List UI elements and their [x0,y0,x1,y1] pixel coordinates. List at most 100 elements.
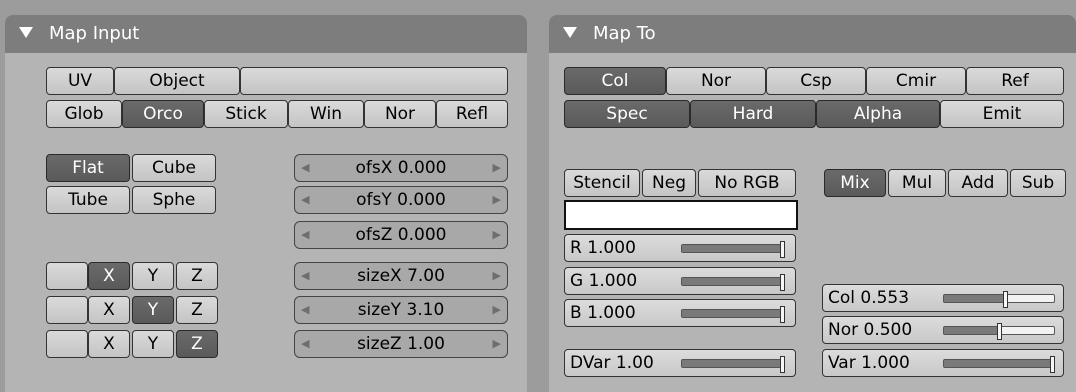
sizex-field[interactable]: ◀ sizeX 7.00 ▶ [294,262,508,290]
col-factor-handle[interactable] [1003,291,1008,308]
xyz-row3-none[interactable] [46,330,88,358]
nor-factor-slider[interactable]: Nor 0.500 [822,316,1064,344]
sub-button[interactable]: Sub [1010,169,1066,197]
g-slider-track[interactable] [681,274,785,291]
decrement-arrow-icon[interactable]: ◀ [301,155,309,181]
object-button[interactable]: Object [114,67,240,95]
xyz-row1-y[interactable]: Y [132,262,174,290]
dvar-slider-fill [682,360,780,367]
r-slider-handle[interactable] [780,241,785,258]
csp-button[interactable]: Csp [766,67,866,95]
nor-factor-handle[interactable] [997,323,1002,340]
stick-button[interactable]: Stick [204,100,288,128]
col-factor-slider[interactable]: Col 0.553 [822,284,1064,312]
b-slider-fill [682,310,780,317]
xyz-row3-y[interactable]: Y [132,330,174,358]
collapse-triangle-icon[interactable] [563,26,577,38]
r-slider[interactable]: R 1.000 [564,234,796,262]
increment-arrow-icon[interactable]: ▶ [493,297,501,323]
increment-arrow-icon[interactable]: ▶ [493,331,501,357]
alpha-button[interactable]: Alpha [816,100,940,128]
xyz-row2-y[interactable]: Y [132,296,174,324]
increment-arrow-icon[interactable]: ▶ [493,187,501,213]
hard-button[interactable]: Hard [690,100,816,128]
map-input-title: Map Input [49,23,140,44]
sizez-field[interactable]: ◀ sizeZ 1.00 ▶ [294,330,508,358]
decrement-arrow-icon[interactable]: ◀ [301,263,309,289]
neg-button[interactable]: Neg [642,169,696,197]
col-factor-label: Col 0.553 [828,288,910,308]
orco-button[interactable]: Orco [122,100,204,128]
no-rgb-button[interactable]: No RGB [698,169,796,197]
var-factor-label: Var 1.000 [828,353,910,373]
nor-map-button[interactable]: Nor [666,67,766,95]
xyz-row3-z[interactable]: Z [176,330,218,358]
b-slider-track[interactable] [681,306,785,323]
xyz-row1-z[interactable]: Z [176,262,218,290]
xyz-row3-x[interactable]: X [88,330,130,358]
map-input-header[interactable]: Map Input [5,15,527,53]
r-slider-track[interactable] [681,241,785,258]
decrement-arrow-icon[interactable]: ◀ [301,331,309,357]
dvar-slider-track[interactable] [681,356,785,373]
map-to-title: Map To [593,23,656,44]
ofsx-field[interactable]: ◀ ofsX 0.000 ▶ [294,154,508,182]
emit-button[interactable]: Emit [940,100,1064,128]
r-slider-label: R 1.000 [570,238,636,258]
glob-button[interactable]: Glob [46,100,122,128]
col-factor-track[interactable] [943,291,1055,308]
sizez-label: sizeZ 1.00 [357,334,445,354]
nor-button[interactable]: Nor [364,100,436,128]
ofsy-field[interactable]: ◀ ofsY 0.000 ▶ [294,186,508,214]
xyz-row1-x[interactable]: X [88,262,130,290]
color-swatch[interactable] [564,200,798,230]
spec-button[interactable]: Spec [564,100,690,128]
var-factor-slider[interactable]: Var 1.000 [822,349,1064,377]
mul-button[interactable]: Mul [888,169,946,197]
stencil-button[interactable]: Stencil [564,169,640,197]
cmir-button[interactable]: Cmir [866,67,966,95]
dvar-slider-handle[interactable] [780,356,785,373]
nor-factor-track[interactable] [943,323,1055,340]
ref-button[interactable]: Ref [966,67,1064,95]
xyz-row2-z[interactable]: Z [176,296,218,324]
sizey-field[interactable]: ◀ sizeY 3.10 ▶ [294,296,508,324]
var-factor-track[interactable] [943,356,1055,373]
decrement-arrow-icon[interactable]: ◀ [301,187,309,213]
increment-arrow-icon[interactable]: ▶ [493,263,501,289]
collapse-triangle-icon[interactable] [19,26,33,38]
col-button[interactable]: Col [564,67,666,95]
g-slider-fill [682,278,780,285]
g-slider-label: G 1.000 [570,271,638,291]
xyz-row2-x[interactable]: X [88,296,130,324]
increment-arrow-icon[interactable]: ▶ [493,222,501,248]
b-slider[interactable]: B 1.000 [564,299,796,327]
mix-button[interactable]: Mix [824,169,886,197]
win-button[interactable]: Win [288,100,364,128]
map-to-header[interactable]: Map To [549,15,1076,53]
increment-arrow-icon[interactable]: ▶ [493,155,501,181]
g-slider[interactable]: G 1.000 [564,267,796,295]
flat-button[interactable]: Flat [46,154,130,182]
sizey-label: sizeY 3.10 [357,300,445,320]
xyz-row1-none[interactable] [46,262,88,290]
cube-button[interactable]: Cube [132,154,216,182]
object-name-field[interactable] [240,67,508,95]
add-button[interactable]: Add [948,169,1008,197]
sphe-button[interactable]: Sphe [132,186,216,214]
ofsz-field[interactable]: ◀ ofsZ 0.000 ▶ [294,221,508,249]
col-factor-fill [944,295,1003,302]
decrement-arrow-icon[interactable]: ◀ [301,297,309,323]
refl-button[interactable]: Refl [436,100,508,128]
nor-factor-label: Nor 0.500 [828,320,913,340]
xyz-row2-none[interactable] [46,296,88,324]
dvar-slider[interactable]: DVar 1.00 [564,349,796,377]
uv-button[interactable]: UV [46,67,114,95]
b-slider-handle[interactable] [780,306,785,323]
nor-factor-fill [944,327,997,334]
decrement-arrow-icon[interactable]: ◀ [301,222,309,248]
tube-button[interactable]: Tube [46,186,130,214]
g-slider-handle[interactable] [780,274,785,291]
var-factor-handle[interactable] [1050,356,1055,373]
sizex-label: sizeX 7.00 [357,266,445,286]
